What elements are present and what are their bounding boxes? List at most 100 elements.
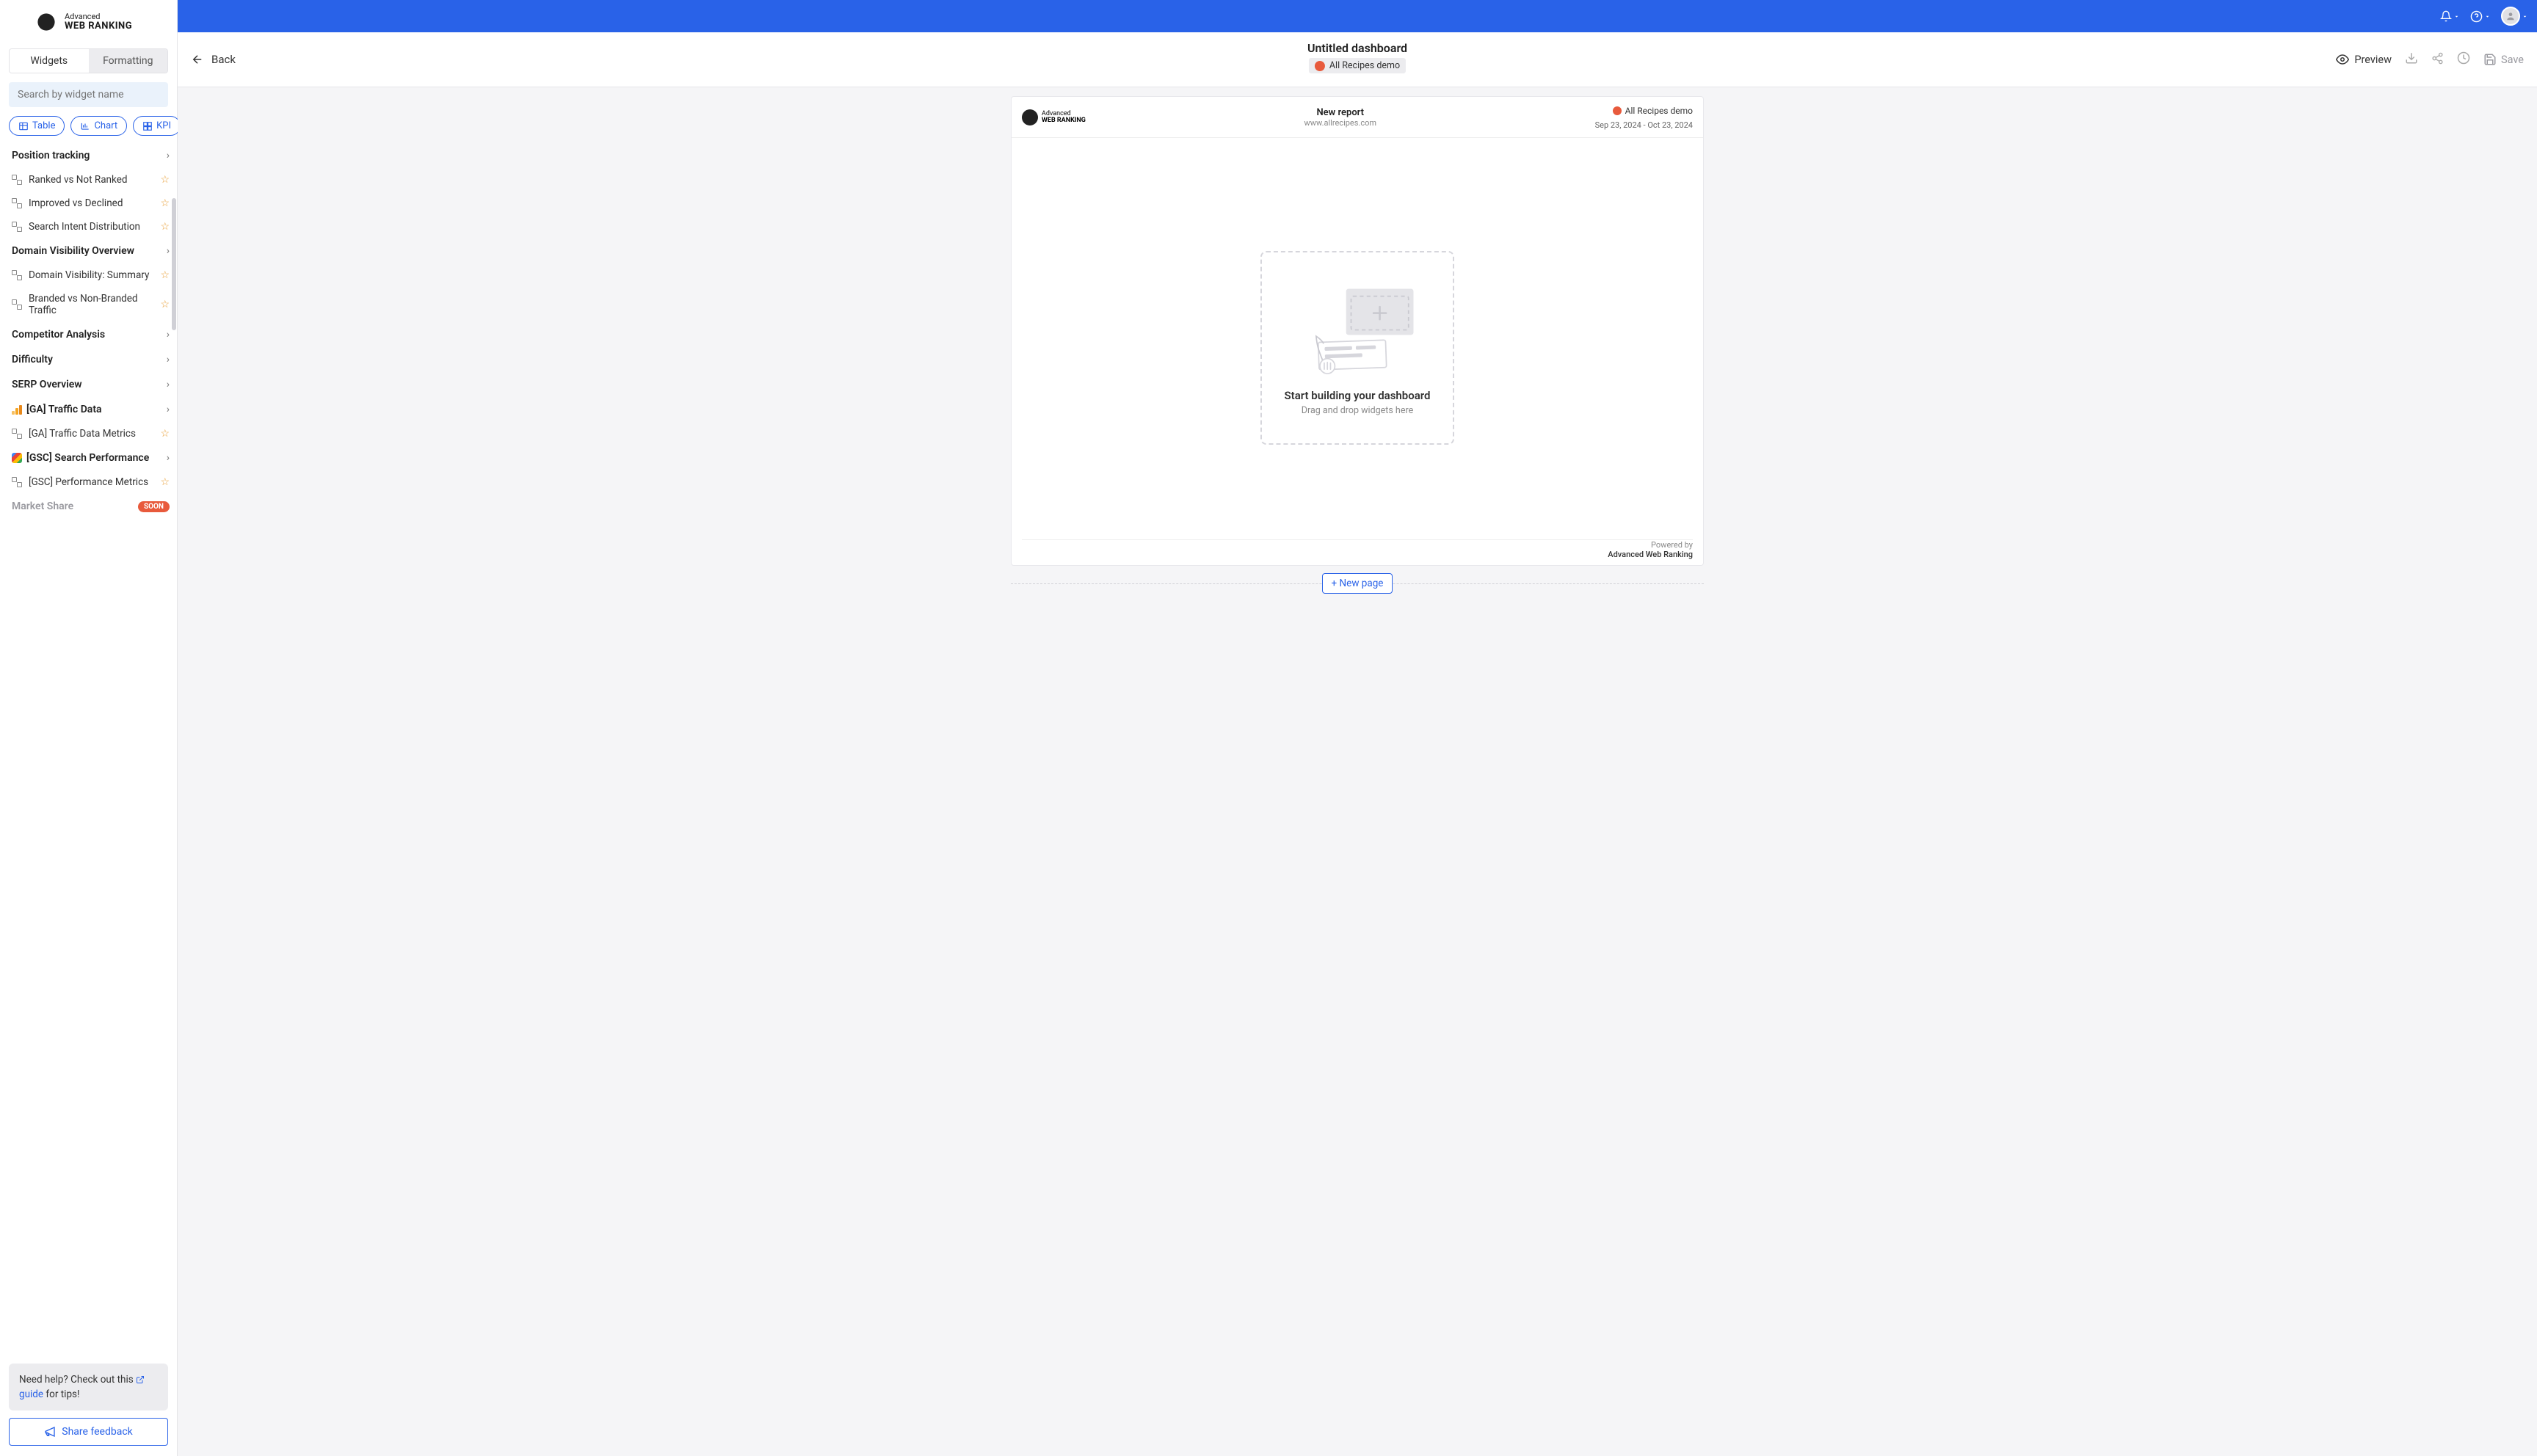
search-field[interactable] [18,89,159,101]
report-domain: www.allrecipes.com [1304,118,1376,128]
dashboard-header: Back Untitled dashboard All Recipes demo… [178,32,2537,87]
widget-icon [12,198,22,208]
type-chart-button[interactable]: Chart [70,116,127,136]
cat-position-tracking[interactable]: Position tracking › [9,143,174,168]
ga-icon [12,404,22,415]
cat-domain-visibility[interactable]: Domain Visibility Overview › [9,239,174,263]
chevron-right-icon: › [167,354,170,365]
help-guide-link[interactable]: guide [19,1388,43,1400]
star-icon[interactable]: ☆ [160,269,170,281]
star-icon[interactable]: ☆ [160,174,170,186]
project-dot-icon [1613,106,1622,115]
widget-improved[interactable]: Improved vs Declined ☆ [9,192,174,215]
chart-icon [80,121,90,131]
notifications-icon[interactable] [2440,10,2460,22]
back-button[interactable]: Back [191,53,236,66]
widget-icon [12,299,22,310]
type-buttons: Table Chart KPI [9,116,168,136]
drop-title: Start building your dashboard [1285,389,1431,402]
scrollbar[interactable] [172,198,176,330]
tab-formatting[interactable]: Formatting [89,49,168,73]
widget-gsc-metrics[interactable]: [GSC] Performance Metrics ☆ [9,470,174,494]
tab-widgets[interactable]: Widgets [10,49,89,73]
chevron-right-icon: › [167,245,170,257]
star-icon[interactable]: ☆ [160,221,170,233]
widget-icon [12,175,22,185]
cat-ga-traffic[interactable]: [GA] Traffic Data › [9,397,174,422]
cat-serp[interactable]: SERP Overview › [9,372,174,397]
logo-line2: WEB RANKING [65,21,132,32]
user-menu[interactable] [2501,7,2528,26]
logo-globe-icon [32,8,60,36]
save-icon [2483,53,2497,66]
chevron-right-icon: › [167,452,170,464]
star-icon[interactable]: ☆ [160,428,170,440]
external-link-icon [136,1375,145,1384]
avatar [2501,7,2520,26]
widget-domain-summary[interactable]: Domain Visibility: Summary ☆ [9,263,174,287]
chevron-right-icon: › [167,404,170,415]
project-chip[interactable]: All Recipes demo [1309,58,1406,73]
report-project: All Recipes demo [1613,106,1693,116]
history-icon[interactable] [2457,51,2470,68]
top-bar [178,0,2537,32]
drop-subtitle: Drag and drop widgets here [1302,405,1413,416]
chevron-right-icon: › [167,150,170,161]
report-header: Advanced WEB RANKING New report www.allr… [1012,97,1703,138]
sidebar: Advanced WEB RANKING Widgets Formatting … [0,0,178,1456]
widget-ga-metrics[interactable]: [GA] Traffic Data Metrics ☆ [9,422,174,445]
arrow-left-icon [191,53,204,66]
download-icon[interactable] [2405,51,2418,68]
new-page-row: + New page [1011,573,1704,594]
widget-icon [12,222,22,232]
help-icon[interactable] [2470,10,2491,23]
dashboard-title[interactable]: Untitled dashboard [1307,41,1407,55]
report-title: New report [1304,107,1376,118]
table-icon [18,121,29,131]
kpi-icon [142,121,153,131]
preview-button[interactable]: Preview [2336,53,2392,66]
search-input[interactable] [9,82,168,107]
share-icon[interactable] [2431,52,2444,68]
help-box: Need help? Check out this guide for tips… [9,1364,168,1411]
report-page[interactable]: Advanced WEB RANKING New report www.allr… [1011,96,1704,566]
header-actions: Preview Save [2336,51,2524,68]
gsc-icon [12,453,22,463]
sidebar-tabs: Widgets Formatting [9,48,168,73]
widget-list: Position tracking › Ranked vs Not Ranked… [0,143,177,1356]
type-table-button[interactable]: Table [9,116,65,136]
type-kpi-button[interactable]: KPI [133,116,181,136]
chevron-right-icon: › [167,329,170,341]
globe-icon [1022,109,1038,125]
chevron-right-icon: › [167,379,170,390]
cat-difficulty[interactable]: Difficulty › [9,347,174,372]
cat-gsc[interactable]: [GSC] Search Performance › [9,445,174,470]
title-center: Untitled dashboard All Recipes demo [1307,41,1407,74]
report-date-range: Sep 23, 2024 - Oct 23, 2024 [1595,120,1693,130]
cat-market-share: Market Share SOON [9,494,174,519]
widget-ranked[interactable]: Ranked vs Not Ranked ☆ [9,168,174,192]
soon-badge: SOON [138,501,170,512]
star-icon[interactable]: ☆ [160,197,170,209]
widget-intent[interactable]: Search Intent Distribution ☆ [9,215,174,239]
report-footer: Powered by Advanced Web Ranking [1608,540,1693,559]
drop-illustration-icon [1295,280,1420,376]
new-page-button[interactable]: + New page [1322,573,1393,594]
project-dot-icon [1315,61,1325,71]
star-icon[interactable]: ☆ [160,476,170,488]
widget-icon [12,429,22,439]
share-feedback-button[interactable]: Share feedback [9,1418,168,1446]
logo[interactable]: Advanced WEB RANKING [0,0,177,44]
canvas: Advanced WEB RANKING New report www.allr… [178,87,2537,1456]
save-button[interactable]: Save [2483,53,2524,66]
cat-competitor[interactable]: Competitor Analysis › [9,322,174,347]
eye-icon [2336,53,2349,66]
report-divider [1022,539,1693,540]
widget-icon [12,477,22,487]
drop-zone[interactable]: Start building your dashboard Drag and d… [1260,251,1454,445]
star-icon[interactable]: ☆ [160,299,170,310]
widget-branded[interactable]: Branded vs Non-Branded Traffic ☆ [9,287,174,322]
megaphone-icon [44,1426,56,1438]
report-logo: Advanced WEB RANKING [1022,109,1086,125]
widget-icon [12,270,22,280]
